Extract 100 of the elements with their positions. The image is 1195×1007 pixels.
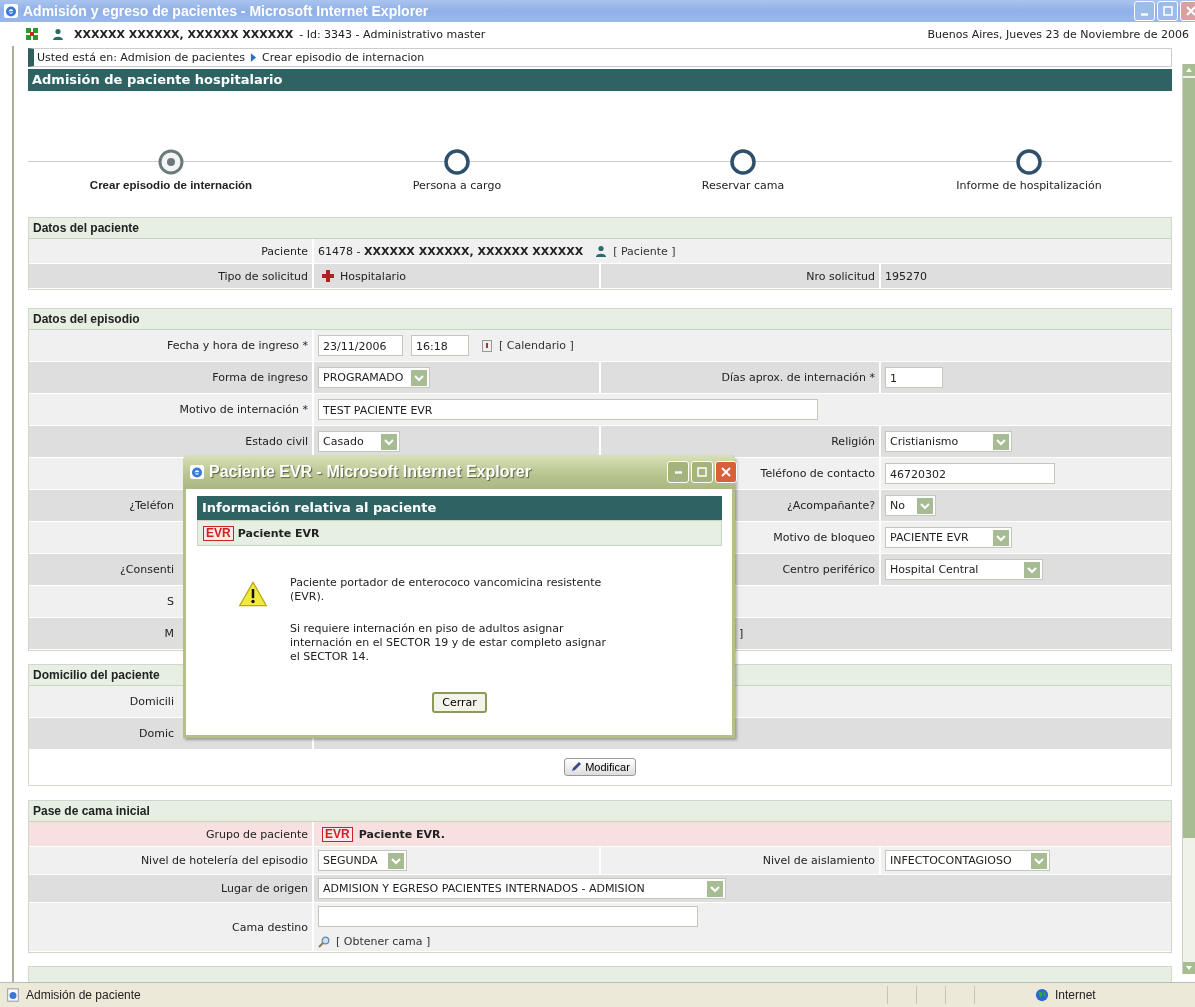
field-label: Teléfono de contacto: [760, 467, 875, 480]
calendar-link[interactable]: [ Calendario ]: [499, 339, 574, 352]
patient-link[interactable]: [ Paciente ]: [613, 244, 676, 258]
calendar-icon[interactable]: [481, 339, 493, 352]
field-label: Religión: [831, 435, 875, 448]
step-marker-icon[interactable]: [156, 147, 186, 177]
phone-field[interactable]: 46720302: [885, 463, 1055, 484]
field-value: ]: [739, 627, 744, 640]
field-label: M: [164, 627, 174, 640]
breadcrumb-arrow-icon: [250, 53, 258, 62]
step-marker-icon[interactable]: [1014, 147, 1044, 177]
field-label: Lugar de origen: [221, 882, 308, 895]
search-icon[interactable]: [318, 935, 330, 948]
patient-group: Paciente EVR.: [358, 827, 445, 841]
field-value: 61478 - XXXXXX XXXXXX, XXXXXX XXXXXX: [318, 244, 584, 258]
minimize-icon: [1141, 13, 1148, 16]
minimize-button[interactable]: [1134, 1, 1155, 21]
location-date: Buenos Aires, Jueves 23 de Noviembre de 2006: [927, 27, 1189, 41]
user-name: XXXXXX XXXXXX, XXXXXX XXXXXX: [74, 27, 294, 41]
step-label: Informe de hospitalización: [956, 179, 1102, 192]
caret-icon: [1023, 561, 1040, 578]
step-marker-icon[interactable]: [728, 147, 758, 177]
field-label: Grupo de paciente: [205, 827, 308, 841]
pencil-icon: [570, 761, 583, 773]
close-icon: [1185, 6, 1195, 16]
medical-cross-icon: [322, 270, 334, 282]
field-label: Cama destino: [232, 920, 308, 934]
popup-heading: Información relativa al paciente: [197, 496, 722, 520]
input-field[interactable]: TEST PACIENTE EVR: [318, 399, 818, 420]
scrollbar[interactable]: [1182, 64, 1195, 974]
globe-icon: [1035, 988, 1049, 1002]
maximize-icon: [697, 467, 707, 477]
field-label: Motivo de bloqueo: [773, 531, 875, 544]
step-label: Reservar cama: [701, 179, 785, 192]
minimize-button[interactable]: [667, 461, 689, 483]
message-text: Si requiere internación en piso de adultos asignar internación en el SECTOR 19 y de estar completo asignar el SECTOR 14.: [290, 622, 608, 664]
field-label: ¿Acompañante?: [787, 499, 875, 512]
scroll-down-icon[interactable]: [1183, 962, 1195, 974]
close-button[interactable]: [715, 461, 737, 483]
caret-icon: [388, 852, 405, 869]
dropdown[interactable]: INFECTOCONTAGIOSO: [885, 850, 1051, 871]
field-label: Nivel de hotelería del episodio: [140, 854, 308, 867]
maximize-button[interactable]: [691, 461, 713, 483]
dropdown[interactable]: No: [885, 495, 937, 516]
scroll-up-icon[interactable]: [1183, 64, 1195, 76]
evr-badge: EVR: [203, 525, 234, 541]
popup-title: Paciente EVR - Microsoft Internet Explorer: [209, 463, 532, 481]
warning-icon: [238, 580, 268, 608]
browser-icon: [189, 464, 205, 480]
caret-icon: [411, 369, 427, 386]
evr-badge: EVR: [322, 826, 353, 842]
field-label: Estado civil: [245, 435, 308, 448]
caret-icon: [380, 433, 397, 450]
page-icon: [6, 988, 20, 1002]
maximize-icon: [1162, 6, 1173, 16]
field-label: Paciente: [261, 244, 308, 258]
dropdown[interactable]: PROGRAMADO: [318, 367, 430, 388]
close-popup-button[interactable]: Cerrar: [432, 692, 487, 713]
section-header: Pase de cama inicial: [29, 801, 1171, 822]
browser-icon: [3, 3, 19, 19]
field-label: Días aprox. de internación *: [721, 371, 875, 384]
patient-group: Paciente EVR: [237, 526, 320, 540]
field-label: Domic: [138, 727, 174, 740]
maximize-button[interactable]: [1157, 1, 1178, 21]
user-info: - Id: 3343 - Administrativo master: [299, 27, 486, 41]
breadcrumb-item: Crear episodio de internacion: [262, 51, 425, 64]
caret-icon: [707, 880, 724, 897]
dropdown[interactable]: Cristianismo: [885, 431, 1013, 452]
field-label: Centro periférico: [782, 563, 875, 576]
field-label: Tipo de solicitud: [218, 269, 308, 283]
input-field[interactable]: [318, 906, 698, 927]
hospital-logo-icon: [26, 28, 38, 40]
field-label: Nro solicitud: [806, 269, 875, 283]
page-title: Admisión de paciente hospitalario: [28, 69, 1172, 91]
dropdown[interactable]: SEGUNDA: [318, 850, 408, 871]
input-field[interactable]: 23/11/2006: [318, 335, 403, 356]
dropdown[interactable]: Casado: [318, 431, 400, 452]
modify-button[interactable]: Modificar: [564, 758, 636, 776]
section-header: Datos del paciente: [29, 218, 1171, 239]
input-field[interactable]: 1: [885, 367, 943, 388]
field-label: Forma de ingreso: [212, 371, 308, 384]
dropdown[interactable]: ADMISION Y EGRESO PACIENTES INTERNADOS - ADMISION: [318, 878, 727, 899]
field-label: Nivel de aislamiento: [762, 854, 875, 867]
field-value: Hospitalario: [340, 269, 406, 283]
get-bed-link[interactable]: [ Obtener cama ]: [336, 935, 431, 948]
close-button[interactable]: [1180, 1, 1195, 21]
caret-icon: [1031, 852, 1048, 869]
field-label: ¿Consenti: [119, 563, 174, 576]
input-field[interactable]: 16:18: [411, 335, 469, 356]
dropdown[interactable]: Hospital Central: [885, 559, 1043, 580]
dropdown[interactable]: PACIENTE EVR: [885, 527, 1013, 548]
message-text: Paciente portador de enterococo vancomicina resistente (EVR).: [290, 576, 603, 604]
user-icon: [52, 28, 64, 40]
breadcrumb-item: Usted está en: Admision de pacientes: [37, 51, 246, 64]
field-label: S: [167, 595, 174, 608]
caret-icon: [917, 497, 934, 514]
zone-text: Internet: [1055, 988, 1096, 1002]
step-marker-icon[interactable]: [442, 147, 472, 177]
minimize-icon: [674, 470, 682, 474]
field-label: Motivo de internación *: [179, 403, 308, 416]
